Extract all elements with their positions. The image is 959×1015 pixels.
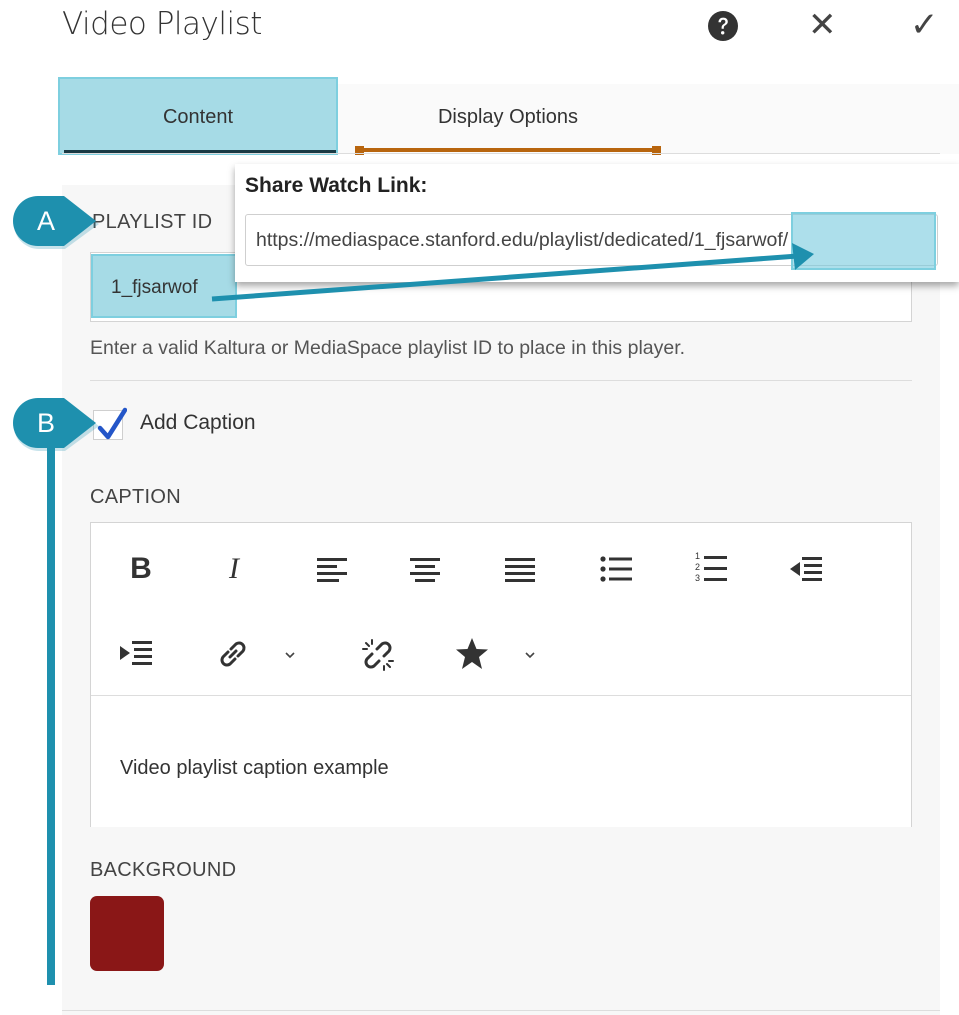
annotation-marker-a: A bbox=[10, 195, 100, 251]
caption-editor[interactable] bbox=[90, 522, 912, 828]
arrow-annotation bbox=[211, 243, 814, 302]
chevron-down-icon[interactable] bbox=[284, 650, 296, 660]
svg-text:3: 3 bbox=[695, 573, 700, 583]
checkmark-icon bbox=[97, 407, 127, 440]
indent-icon[interactable] bbox=[120, 640, 152, 668]
star-icon[interactable] bbox=[454, 637, 490, 671]
bold-button[interactable]: B bbox=[124, 552, 158, 586]
checkmark-icon[interactable]: ✓ bbox=[910, 8, 939, 42]
tab-highlight-underline bbox=[358, 148, 658, 152]
background-label: BACKGROUND bbox=[90, 859, 237, 881]
svg-text:1: 1 bbox=[695, 551, 700, 561]
tab-content-label[interactable]: Content bbox=[58, 106, 338, 129]
link-icon[interactable] bbox=[216, 637, 250, 671]
dialog-title: Video Playlist bbox=[62, 6, 262, 42]
chevron-down-icon[interactable] bbox=[524, 650, 536, 660]
background-color-swatch[interactable] bbox=[90, 896, 164, 971]
outdent-icon[interactable] bbox=[790, 556, 822, 584]
annotation-marker-b: B bbox=[10, 397, 100, 453]
bulleted-list-icon[interactable] bbox=[600, 556, 632, 584]
unlink-icon[interactable] bbox=[360, 637, 396, 673]
close-icon[interactable]: ✕ bbox=[808, 8, 837, 42]
numbered-list-icon[interactable]: 1 2 3 bbox=[695, 550, 729, 584]
marker-b-letter: B bbox=[37, 408, 56, 438]
editor-fade bbox=[90, 827, 912, 847]
add-caption-label[interactable]: Add Caption bbox=[140, 411, 256, 435]
divider bbox=[62, 1010, 940, 1011]
caption-label: CAPTION bbox=[90, 486, 181, 508]
divider bbox=[91, 695, 911, 696]
tab-display-options[interactable]: Display Options bbox=[358, 106, 658, 129]
question-circle-icon[interactable] bbox=[707, 10, 739, 42]
svg-text:2: 2 bbox=[695, 562, 700, 572]
align-left-icon[interactable] bbox=[317, 557, 347, 583]
playlist-id-value[interactable]: 1_fjsarwof bbox=[111, 277, 198, 299]
annotation-bracket-line bbox=[47, 440, 55, 985]
share-watch-link-heading: Share Watch Link: bbox=[245, 174, 428, 197]
italic-button[interactable]: I bbox=[220, 552, 248, 586]
align-center-icon[interactable] bbox=[410, 557, 440, 583]
divider bbox=[62, 153, 940, 154]
align-justify-icon[interactable] bbox=[505, 557, 535, 583]
playlist-id-helper: Enter a valid Kaltura or MediaSpace play… bbox=[90, 337, 686, 359]
caption-text[interactable]: Video playlist caption example bbox=[120, 757, 389, 780]
divider bbox=[90, 380, 912, 381]
playlist-id-label: PLAYLIST ID bbox=[92, 211, 213, 233]
marker-a-letter: A bbox=[37, 206, 56, 236]
